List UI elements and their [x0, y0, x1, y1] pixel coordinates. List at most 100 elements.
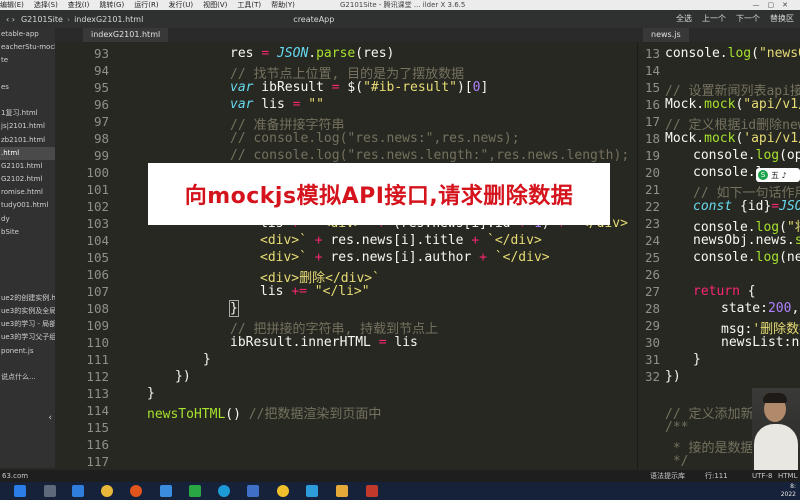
toolbar: ‹ › G2101Site › indexG2101.html createAp…	[0, 10, 800, 29]
code-line-95: var ibResult = $("#ib-result")[0]	[230, 80, 489, 95]
menu-goto[interactable]: 跳转(G)	[99, 0, 124, 10]
chrome-icon[interactable]	[101, 485, 113, 497]
person-body	[754, 424, 798, 470]
tab-index-g2101[interactable]: indexG2101.html	[83, 28, 169, 42]
sidebar-item[interactable]: ponent.js	[0, 345, 55, 358]
sidebar-item[interactable]: 说点什么...	[0, 371, 55, 384]
editor-right-tabbar: news.js	[637, 28, 800, 43]
task-view-icon[interactable]	[44, 485, 56, 497]
r-code-line-35: /**	[665, 420, 689, 435]
line-number: 15	[644, 80, 660, 95]
status-language[interactable]: HTML	[778, 470, 797, 482]
sidebar-item[interactable]	[0, 252, 55, 265]
r-code-line-32: })	[665, 369, 681, 384]
sidebar-item[interactable]	[0, 68, 55, 81]
sidebar-item[interactable]: G2101.html	[0, 160, 55, 173]
status-line[interactable]: 行:111	[705, 470, 728, 482]
select-all-button[interactable]: 全选	[676, 10, 692, 28]
sidebar-item[interactable]	[0, 279, 55, 292]
app-icon-4[interactable]	[306, 485, 318, 497]
sidebar-item[interactable]: te	[0, 54, 55, 67]
app-icon-5[interactable]	[366, 485, 378, 497]
ime-toolbar[interactable]: S 五 ♪	[756, 168, 800, 182]
r-code-line-13: console.log("newsObj	[665, 46, 800, 61]
sidebar-item[interactable]: 1复习.html	[0, 107, 55, 120]
breadcrumb-file[interactable]: indexG2101.html	[74, 15, 143, 24]
sidebar-item[interactable]: ue3的学习 - 局部组件...	[0, 318, 55, 331]
line-number: 95	[93, 80, 109, 95]
sidebar-item[interactable]: dy	[0, 213, 55, 226]
line-number: 26	[644, 267, 660, 282]
menu-find[interactable]: 查找(I)	[68, 0, 90, 10]
line-number: 108	[86, 301, 109, 316]
sidebar-item[interactable]	[0, 358, 55, 371]
sidebar-item[interactable]	[0, 265, 55, 278]
previous-button[interactable]: 上一个	[702, 10, 726, 28]
window-controls[interactable]: —▢✕	[753, 0, 796, 10]
sidebar-item[interactable]: ue3的实例及全局组件...	[0, 305, 55, 318]
code-editor-left[interactable]: 93 94 95 96 97 98 99 100 101 102 103 104 105 106 107 10…	[55, 42, 637, 470]
sidebar-item[interactable]: etable-app	[0, 28, 55, 41]
sidebar-item[interactable]: tudy001.html	[0, 199, 55, 212]
app-icon-3[interactable]	[277, 485, 289, 497]
line-number: 113	[86, 386, 109, 401]
line-number: 16	[644, 97, 660, 112]
menu-help[interactable]: 帮助(Y)	[271, 0, 295, 10]
sidebar-item[interactable]: .html	[0, 146, 55, 160]
hbuilder-icon[interactable]	[189, 485, 201, 497]
code-area[interactable]: res = JSON.parse(res) // 找节点上位置, 目的是为了摆放…	[115, 42, 629, 470]
next-button[interactable]: 下一个	[736, 10, 760, 28]
tab-news-js[interactable]: news.js	[643, 28, 689, 42]
line-number: 25	[644, 250, 660, 265]
line-number: 105	[86, 250, 109, 265]
sidebar-item[interactable]: zb2101.html	[0, 134, 55, 147]
line-number: 112	[86, 369, 109, 384]
editor-app-icon[interactable]	[160, 485, 172, 497]
sidebar-item[interactable]: romise.html	[0, 186, 55, 199]
menu-edit[interactable]: 编辑(E)	[0, 0, 24, 10]
sidebar-item[interactable]: es	[0, 81, 55, 94]
windows-start-icon[interactable]	[14, 485, 26, 497]
system-clock[interactable]: 8: 2022	[781, 483, 796, 499]
sidebar-item[interactable]: ue3的学习父子组件数...	[0, 331, 55, 344]
line-number: 13	[644, 46, 660, 61]
menu-view[interactable]: 视图(V)	[203, 0, 227, 10]
collapse-sidebar-icon[interactable]: ‹	[48, 413, 52, 423]
sidebar-item[interactable]: ue2的创建实例.html	[0, 292, 55, 305]
status-encoding[interactable]: UTF-8	[752, 470, 772, 482]
back-icon[interactable]: ‹ ›	[6, 15, 15, 24]
menu-tools[interactable]: 工具(T)	[237, 0, 261, 10]
firefox-icon[interactable]	[130, 485, 142, 497]
breadcrumb-project[interactable]: G2101Site	[21, 15, 63, 24]
r-code-line-20: console.l	[693, 165, 764, 180]
line-number: 104	[86, 233, 109, 248]
folder-icon[interactable]	[336, 485, 348, 497]
menu-run[interactable]: 运行(R)	[134, 0, 158, 10]
app-icon[interactable]	[72, 485, 84, 497]
code-line-98: // console.log("res.news:",res.news);	[230, 131, 520, 146]
sidebar-item[interactable]: js|2101.html	[0, 120, 55, 133]
edge-icon[interactable]	[218, 485, 230, 497]
sidebar-item[interactable]	[0, 239, 55, 252]
menu-publish[interactable]: 发行(U)	[169, 0, 194, 10]
sidebar-item[interactable]: eacherStu-mockjs	[0, 41, 55, 54]
replace-button[interactable]: 替换区	[770, 10, 794, 28]
project-sidebar: etable-appeacherStu-mockjste es 1复习.htmljs…	[0, 28, 55, 468]
line-number: 19	[644, 148, 660, 163]
line-number: 31	[644, 352, 660, 367]
status-syntax-lib[interactable]: 语法提示库	[650, 470, 685, 482]
breadcrumb-symbol[interactable]: createApp	[293, 15, 334, 24]
line-number: 97	[93, 114, 109, 129]
line-number: 117	[86, 454, 109, 469]
sidebar-item[interactable]	[0, 94, 55, 107]
r-code-line-18: Mock.mock('api/v1/de	[665, 131, 800, 146]
line-number: 27	[644, 284, 660, 299]
menu-select[interactable]: 选择(S)	[34, 0, 58, 10]
code-line-112: })	[175, 369, 191, 384]
sidebar-item[interactable]: bSite	[0, 226, 55, 239]
code-line-99: // console.log("res.news.length:",res.ne…	[230, 148, 630, 163]
code-line-110: ibResult.innerHTML = lis	[230, 335, 418, 350]
app-icon-2[interactable]	[247, 485, 259, 497]
sidebar-item[interactable]: G2102.html	[0, 173, 55, 186]
clock-date: 2022	[780, 491, 796, 498]
